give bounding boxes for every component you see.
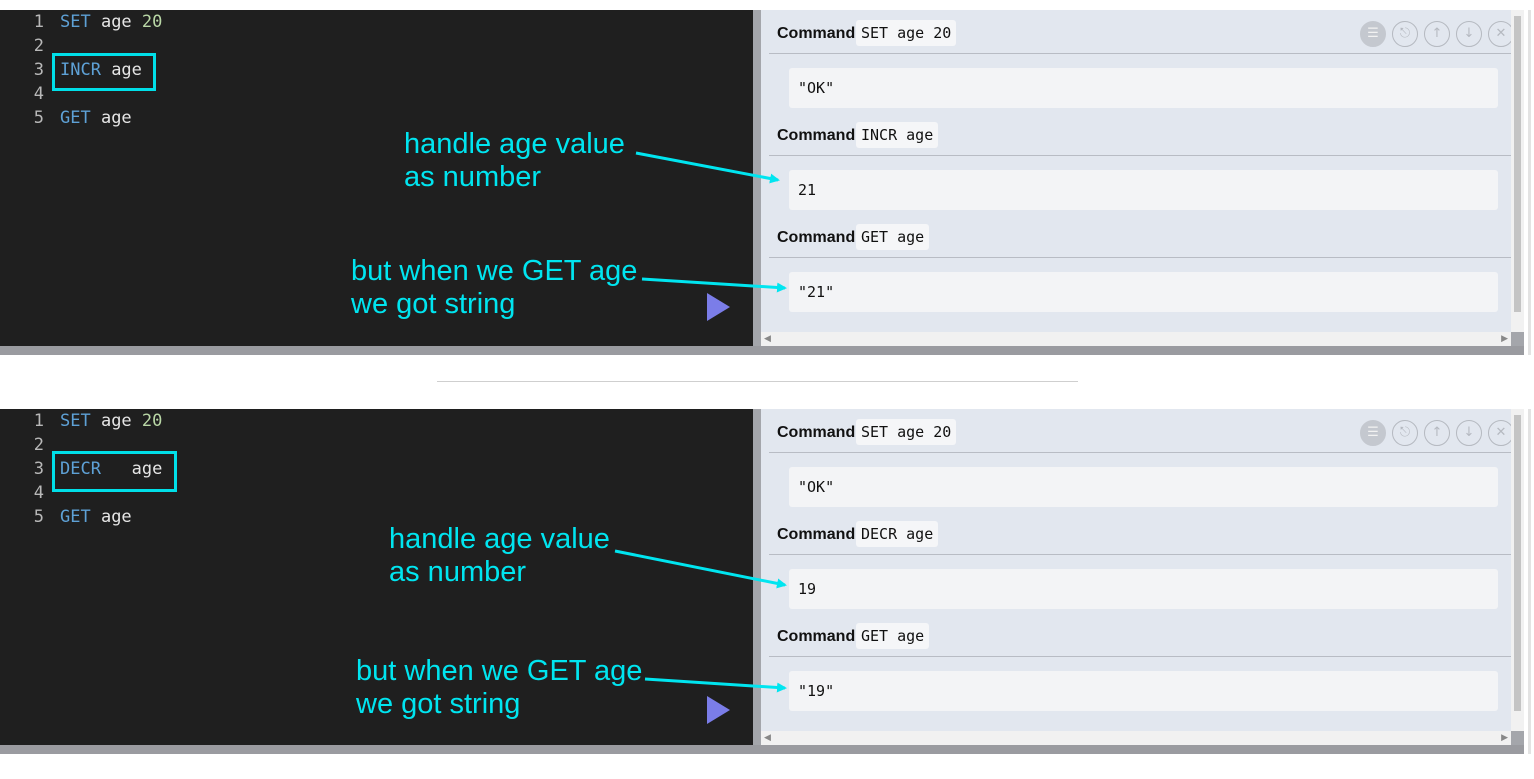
divider: [769, 257, 1519, 258]
command-label: Command: [777, 424, 856, 441]
scroll-right-icon[interactable]: ▶: [1501, 332, 1508, 346]
divider: [769, 155, 1519, 156]
highlight-box: [52, 53, 156, 91]
code-text: age: [90, 507, 132, 527]
annotation-note: handle age value as number: [389, 523, 610, 588]
results-panel: Command SET age 20 "OK" Command INCR age…: [753, 10, 1524, 346]
command-output: 19: [789, 569, 1498, 609]
command-text: GET age: [856, 224, 930, 250]
command-output: "OK": [789, 68, 1498, 108]
results-list: Command SET age 20 "OK" Command INCR age…: [761, 10, 1519, 332]
annotation-note: handle age value as number: [404, 128, 625, 193]
number-literal: 20: [141, 12, 163, 32]
scroll-left-icon[interactable]: ◀: [764, 731, 771, 745]
scroll-right-icon[interactable]: ▶: [1501, 731, 1508, 745]
results-list: Command SET age 20 "OK" Command DECR age…: [761, 409, 1519, 731]
divider: [769, 554, 1519, 555]
line-number: 5: [33, 507, 44, 527]
output-value: 21: [798, 181, 817, 199]
list-icon[interactable]: ☰: [1360, 21, 1386, 47]
arrow-up-icon[interactable]: ↑: [1424, 420, 1450, 446]
editor-bottom-bar: [0, 346, 1524, 355]
output-value: "21": [798, 283, 835, 301]
line-number: 2: [33, 36, 44, 56]
output-value: 19: [798, 580, 817, 598]
line-number: 5: [33, 108, 44, 128]
paint-roller-icon[interactable]: ⎋: [1392, 21, 1418, 47]
scrollbar-thumb[interactable]: [1514, 16, 1521, 312]
keyword: SET: [60, 411, 91, 431]
line-code: GET age: [60, 106, 132, 130]
command-text: GET age: [856, 623, 930, 649]
page-scroll-edge: [1528, 409, 1531, 754]
number-literal: 20: [141, 411, 163, 431]
line-number: 3: [33, 459, 44, 479]
scrollbar-thumb[interactable]: [1514, 415, 1521, 711]
command-label: Command: [777, 127, 856, 144]
command-label: Command: [777, 526, 856, 543]
run-button[interactable]: [707, 293, 730, 321]
editor-bottom-bar: [0, 745, 1524, 754]
command-output: "19": [789, 671, 1498, 711]
vertical-scrollbar[interactable]: [1511, 409, 1524, 731]
command-output: "OK": [789, 467, 1498, 507]
line-code: SET age 20: [60, 409, 162, 433]
results-panel: Command SET age 20 "OK" Command DECR age…: [753, 409, 1524, 745]
output-value: "OK": [798, 478, 835, 496]
highlight-box: [52, 451, 177, 492]
divider: [769, 656, 1519, 657]
command-label: Command: [777, 25, 856, 42]
arrow-down-icon[interactable]: ↓: [1456, 420, 1482, 446]
code-editor[interactable]: 1 SET age 20 2 3 INCR age 4 5 GET age ha…: [0, 10, 753, 346]
keyword: SET: [60, 12, 91, 32]
keyword: GET: [60, 507, 91, 527]
line-code: SET age 20: [60, 10, 162, 34]
annotation-note: but when we GET age we got string: [356, 655, 643, 720]
workbench-panel-bottom: 1 SET age 20 2 3 DECR age 4 5 GET age ha…: [0, 409, 1534, 754]
line-number: 4: [33, 84, 44, 104]
line-number: 1: [33, 411, 44, 431]
list-icon[interactable]: ☰: [1360, 420, 1386, 446]
keyword: GET: [60, 108, 91, 128]
code-text: age: [90, 12, 142, 32]
command-text: DECR age: [856, 521, 939, 547]
line-number: 1: [33, 12, 44, 32]
line-number: 2: [33, 435, 44, 455]
output-value: "19": [798, 682, 835, 700]
command-text: SET age 20: [856, 419, 957, 445]
command-text: INCR age: [856, 122, 939, 148]
command-label: Command: [777, 628, 856, 645]
command-output: 21: [789, 170, 1498, 210]
run-button[interactable]: [707, 696, 730, 724]
divider: [769, 452, 1519, 453]
line-number: 3: [33, 60, 44, 80]
command-label: Command: [777, 229, 856, 246]
arrow-up-icon[interactable]: ↑: [1424, 21, 1450, 47]
horizontal-scrollbar[interactable]: ◀ ▶: [761, 332, 1511, 346]
line-code: GET age: [60, 505, 132, 529]
page-scroll-edge: [1528, 10, 1531, 355]
scroll-left-icon[interactable]: ◀: [764, 332, 771, 346]
vertical-scrollbar[interactable]: [1511, 10, 1524, 332]
code-text: age: [90, 108, 132, 128]
output-value: "OK": [798, 79, 835, 97]
line-number: 4: [33, 483, 44, 503]
horizontal-scrollbar[interactable]: ◀ ▶: [761, 731, 1511, 745]
annotation-note: but when we GET age we got string: [351, 255, 638, 320]
workbench-panel-top: 1 SET age 20 2 3 INCR age 4 5 GET age ha…: [0, 10, 1534, 355]
command-output: "21": [789, 272, 1498, 312]
code-text: age: [90, 411, 142, 431]
arrow-down-icon[interactable]: ↓: [1456, 21, 1482, 47]
command-text: SET age 20: [856, 20, 957, 46]
code-editor[interactable]: 1 SET age 20 2 3 DECR age 4 5 GET age ha…: [0, 409, 753, 745]
divider: [769, 53, 1519, 54]
paint-roller-icon[interactable]: ⎋: [1392, 420, 1418, 446]
section-divider: [437, 381, 1078, 382]
